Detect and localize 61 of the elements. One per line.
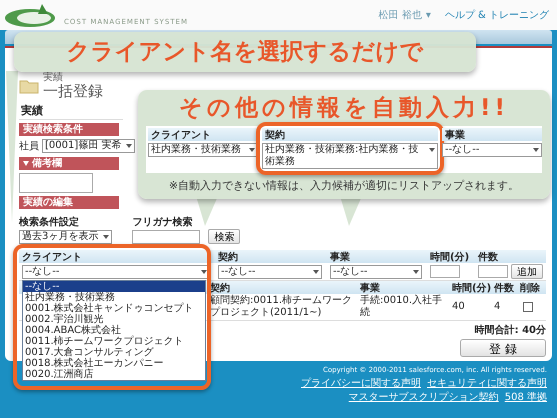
column-header: 事業: [442, 128, 542, 141]
column-header: 件数: [476, 250, 499, 264]
project-select[interactable]: --なし--: [330, 264, 422, 278]
column-header: 時間(分): [429, 250, 470, 264]
footer-link[interactable]: プライバシーに関する声明: [301, 376, 421, 390]
footer-link[interactable]: 508 準拠: [504, 390, 547, 404]
folder-icon: [19, 78, 39, 94]
dropdown-option[interactable]: 0020.江洲商店: [23, 369, 205, 380]
column-header: クライアント: [148, 128, 258, 141]
section-header: 実績の編集: [19, 196, 119, 209]
employee-label: 社員: [19, 140, 39, 153]
minutes-field[interactable]: [430, 265, 460, 278]
column-header: 契約: [217, 250, 239, 264]
dropdown-option[interactable]: 0002.宇治川観光: [23, 314, 205, 325]
dropdown-option[interactable]: 0001.株式会社キャンドゥコンセプト: [23, 303, 205, 314]
remarks-field[interactable]: [19, 173, 93, 193]
add-button[interactable]: 追加: [511, 264, 543, 279]
preview-select[interactable]: --なし--: [442, 143, 542, 157]
dropdown-option[interactable]: 0004.ABAC株式会社: [23, 325, 205, 336]
filter-select[interactable]: 過去3ヶ月を表示: [19, 230, 112, 244]
column-header: 時間(分): [451, 282, 491, 295]
column-header: 事業: [359, 282, 381, 294]
section-header: 実績検索条件: [19, 123, 119, 136]
callout-heading: その他の情報を自動入力!!: [179, 94, 509, 122]
filter-label: 検索条件設定: [19, 215, 80, 229]
dropdown-option[interactable]: --なし--: [23, 281, 205, 292]
column-header: 事業: [329, 250, 351, 264]
table-cell-text: 顧問契約:0011.柿チームワークプロジェクト(2011/1~): [209, 295, 353, 319]
preview-select[interactable]: 社内業務・技術業務:社内業務・技術業務: [262, 143, 438, 169]
register-button[interactable]: 登 録: [460, 339, 546, 357]
employee-select[interactable]: [0001]篠田 実希: [42, 139, 136, 153]
footer-link[interactable]: セキュリティに関する声明: [427, 376, 547, 390]
contract-select[interactable]: --なし--: [218, 264, 322, 278]
column-header: クライアント: [21, 251, 83, 264]
dropdown-option[interactable]: 0017.大倉コンサルティング: [23, 347, 205, 358]
preview-select[interactable]: 社内業務・技術業務: [148, 143, 258, 157]
kana-search-field[interactable]: [132, 230, 200, 244]
count-field[interactable]: [478, 265, 508, 278]
column-header: 削除: [519, 282, 541, 295]
section-header-label: 備考欄: [32, 157, 62, 170]
table-cell-text: 40: [451, 301, 466, 313]
breadcrumb: 実績: [43, 72, 64, 84]
help-link[interactable]: ヘルプ & トレーニング: [444, 8, 549, 22]
section-header[interactable]: 備考欄: [19, 157, 119, 170]
kana-search-label: フリガナ検索: [132, 216, 194, 229]
search-button[interactable]: 検索: [208, 229, 240, 244]
callout-note: ※自動入力できない情報は、入力候補が適切にリストアップされます。: [168, 178, 520, 193]
section-title: 実績: [19, 102, 123, 120]
dropdown-option[interactable]: 0011.柿チームワークプロジェクト: [23, 336, 205, 347]
table-cell-text: 手続:0010.入社手続: [359, 295, 443, 319]
table-cell-text: 4: [493, 301, 502, 313]
column-header: 契約: [262, 128, 438, 141]
callout-heading: クライアント名を選択するだけで: [66, 38, 424, 66]
dropdown-option[interactable]: 0018.株式会社エーカンパニー: [23, 358, 205, 369]
page-title: 一括登録: [43, 83, 103, 100]
expand-arrow-icon[interactable]: [23, 161, 29, 166]
delete-checkbox[interactable]: [523, 302, 533, 312]
dropdown-option[interactable]: 社内業務・技術業務: [23, 292, 205, 303]
total-time: 時間合計: 40分: [474, 324, 546, 337]
footer-link[interactable]: マスターサブスクリプション契約: [348, 390, 499, 404]
column-header: 件数: [492, 282, 515, 295]
